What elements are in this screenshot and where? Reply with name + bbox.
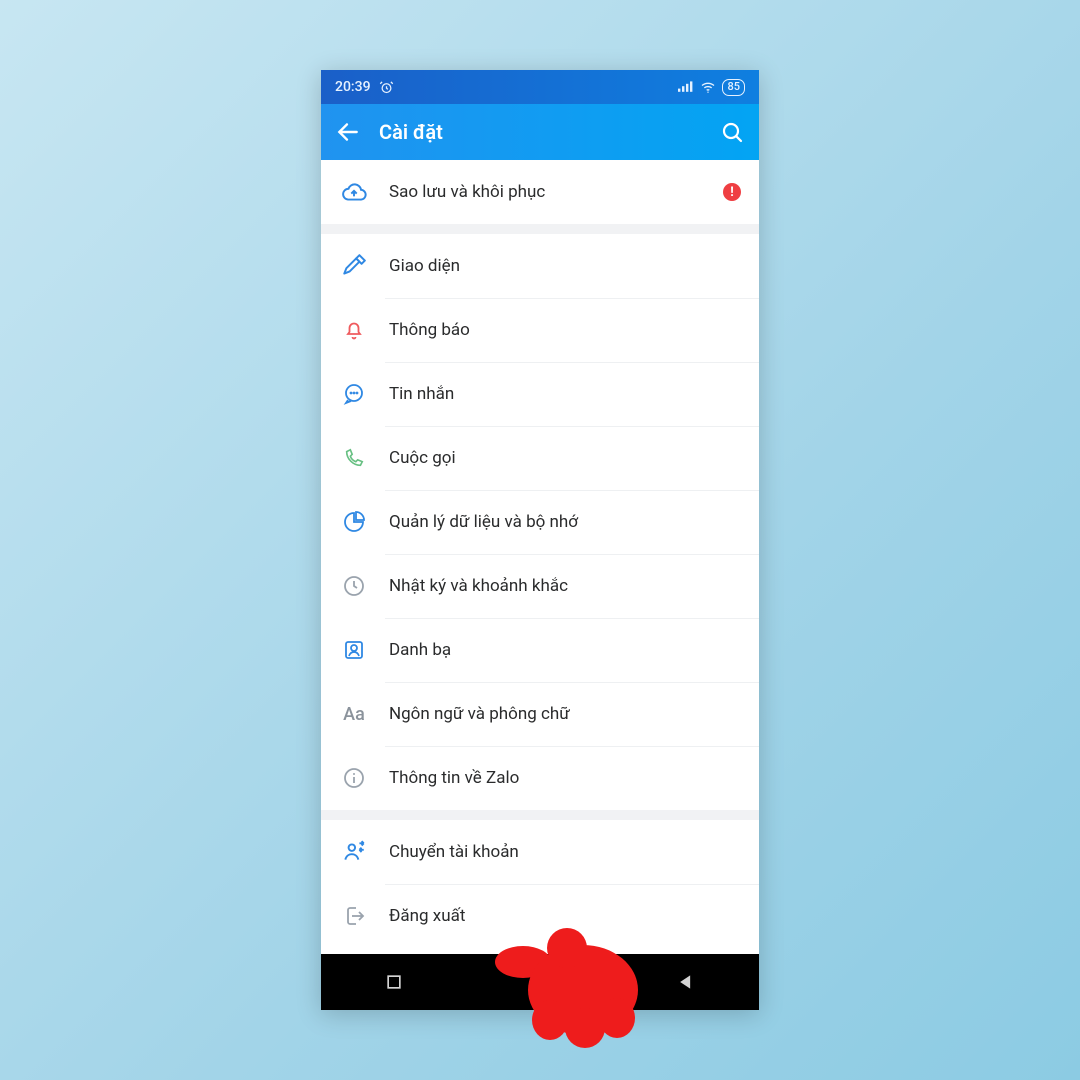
system-nav-bar bbox=[321, 954, 759, 1010]
row-contacts[interactable]: Danh bạ bbox=[321, 618, 759, 682]
row-backup-restore[interactable]: Sao lưu và khôi phục ! bbox=[321, 160, 759, 224]
row-language-font[interactable]: Aa Ngôn ngữ và phông chữ bbox=[321, 682, 759, 746]
typography-icon: Aa bbox=[339, 699, 369, 729]
row-notifications[interactable]: Thông báo bbox=[321, 298, 759, 362]
phone-frame: 20:39 85 Cài đặt bbox=[321, 70, 759, 1010]
nav-recent-button[interactable] bbox=[374, 962, 414, 1002]
status-time: 20:39 bbox=[335, 79, 371, 95]
battery-indicator: 85 bbox=[722, 79, 745, 96]
row-label: Đăng xuất bbox=[389, 906, 741, 926]
back-button[interactable] bbox=[335, 119, 361, 145]
row-label: Thông tin về Zalo bbox=[389, 768, 741, 788]
row-data-storage[interactable]: Quản lý dữ liệu và bộ nhớ bbox=[321, 490, 759, 554]
row-label: Quản lý dữ liệu và bộ nhớ bbox=[389, 512, 741, 532]
row-label: Cuộc gọi bbox=[389, 448, 741, 468]
page-title: Cài đặt bbox=[379, 120, 443, 144]
row-label: Nhật ký và khoảnh khắc bbox=[389, 576, 741, 596]
brush-icon bbox=[339, 251, 369, 281]
contact-card-icon bbox=[339, 635, 369, 665]
row-label: Giao diện bbox=[389, 256, 741, 276]
row-label: Ngôn ngữ và phông chữ bbox=[389, 704, 741, 724]
search-button[interactable] bbox=[719, 119, 745, 145]
row-label: Sao lưu và khôi phục bbox=[389, 182, 723, 202]
phone-icon bbox=[339, 443, 369, 473]
row-about-zalo[interactable]: Thông tin về Zalo bbox=[321, 746, 759, 810]
row-label: Tin nhắn bbox=[389, 384, 741, 404]
app-header: Cài đặt bbox=[321, 104, 759, 160]
logout-icon bbox=[339, 901, 369, 931]
wifi-icon bbox=[700, 79, 716, 95]
row-switch-account[interactable]: Chuyển tài khoản bbox=[321, 820, 759, 884]
alarm-icon bbox=[379, 79, 395, 95]
info-icon bbox=[339, 763, 369, 793]
group-separator bbox=[321, 810, 759, 820]
row-diary-moments[interactable]: Nhật ký và khoảnh khắc bbox=[321, 554, 759, 618]
chat-icon bbox=[339, 379, 369, 409]
row-messages[interactable]: Tin nhắn bbox=[321, 362, 759, 426]
row-label: Thông báo bbox=[389, 320, 741, 340]
cloud-restore-icon bbox=[339, 177, 369, 207]
bell-icon bbox=[339, 315, 369, 345]
row-label: Danh bạ bbox=[389, 640, 741, 660]
nav-home-button[interactable] bbox=[520, 962, 560, 1002]
group-separator bbox=[321, 224, 759, 234]
row-label: Chuyển tài khoản bbox=[389, 842, 741, 862]
row-appearance[interactable]: Giao diện bbox=[321, 234, 759, 298]
row-logout[interactable]: Đăng xuất bbox=[321, 884, 759, 948]
switch-account-icon bbox=[339, 837, 369, 867]
pie-chart-icon bbox=[339, 507, 369, 537]
alert-badge-icon: ! bbox=[723, 183, 741, 201]
status-bar: 20:39 85 bbox=[321, 70, 759, 104]
nav-back-button[interactable] bbox=[666, 962, 706, 1002]
row-calls[interactable]: Cuộc gọi bbox=[321, 426, 759, 490]
signal-icon bbox=[678, 79, 694, 95]
backdrop: 20:39 85 Cài đặt bbox=[0, 0, 1080, 1080]
clock-icon bbox=[339, 571, 369, 601]
